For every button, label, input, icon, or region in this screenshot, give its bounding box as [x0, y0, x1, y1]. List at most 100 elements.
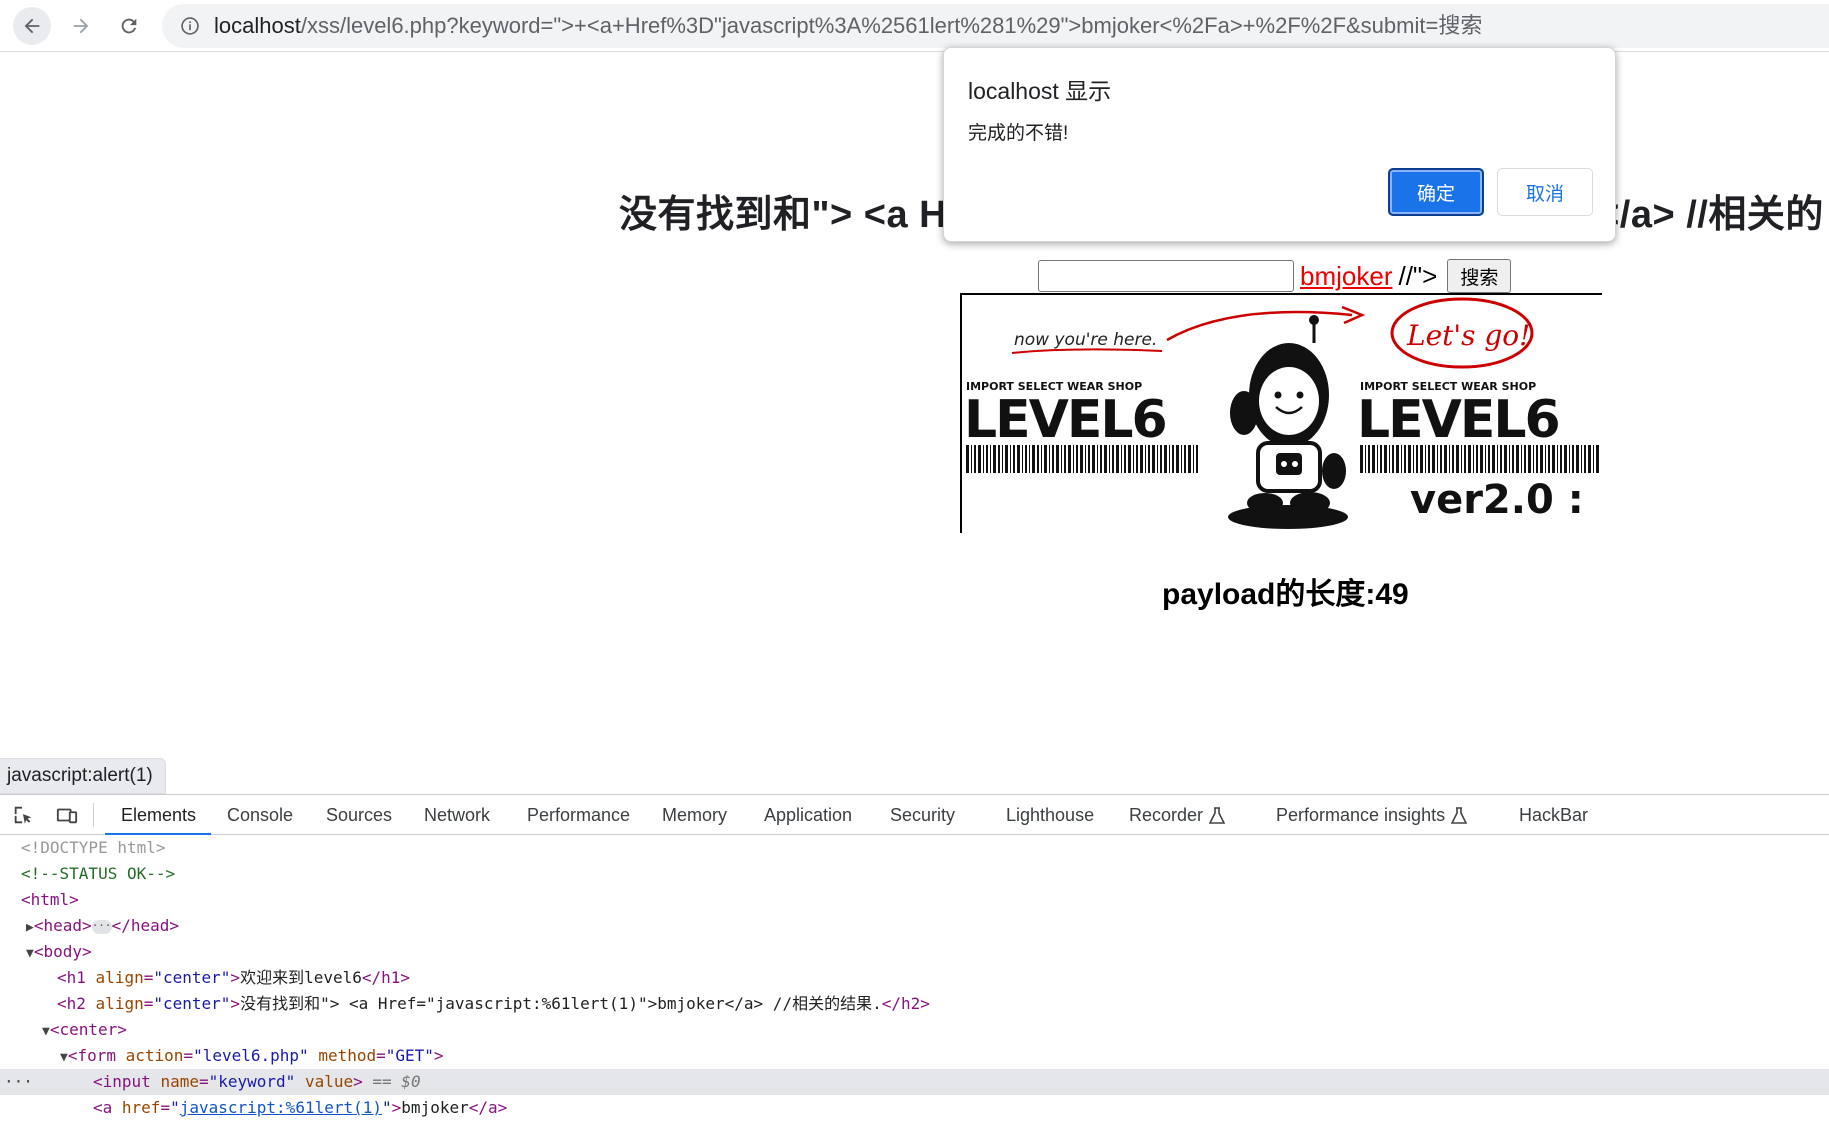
- tab-recorder[interactable]: Recorder: [1129, 795, 1226, 835]
- form-open: <form: [67, 1046, 116, 1065]
- tab-application[interactable]: Application: [764, 795, 852, 835]
- dom-tree: <!DOCTYPE html> <!--STATUS OK--> <html> …: [0, 835, 1829, 1126]
- banner-version: ver2.0 :: [1410, 477, 1584, 523]
- flask-icon: [1209, 807, 1226, 825]
- back-button[interactable]: [13, 7, 51, 45]
- form-attr-action: action: [125, 1046, 184, 1065]
- tab-recorder-label: Recorder: [1129, 805, 1204, 825]
- result-heading-end: </a> //相关的: [1597, 194, 1824, 236]
- doctype-text: <!DOCTYPE html>: [21, 838, 166, 857]
- injected-tail-text: //">: [1398, 260, 1438, 291]
- devtools-panel: Elements Console Sources Network Perform…: [0, 794, 1829, 1126]
- input-attr-value: value: [304, 1072, 354, 1091]
- tab-memory[interactable]: Memory: [662, 795, 727, 835]
- search-submit-button[interactable]: 搜索: [1447, 259, 1512, 293]
- dialog-cancel-button[interactable]: 取消: [1497, 168, 1593, 216]
- a-close: </a>: [468, 1098, 508, 1117]
- reload-button[interactable]: [110, 7, 148, 45]
- tab-performance-insights-label: Performance insights: [1276, 805, 1446, 825]
- keyword-input[interactable]: [1038, 260, 1294, 292]
- center-tag: <center>: [49, 1020, 127, 1039]
- a-attr-href: href: [121, 1098, 161, 1117]
- tab-security[interactable]: Security: [890, 795, 955, 835]
- dom-node-form[interactable]: ▼<form action="level6.php" method="GET">: [0, 1043, 1829, 1069]
- collapse-triangle-icon[interactable]: ▼: [42, 1024, 50, 1039]
- address-bar[interactable]: localhost/xss/level6.php?keyword=">+<a+H…: [162, 4, 1829, 48]
- arrow-left-icon: [24, 18, 40, 34]
- collapse-triangle-icon[interactable]: ▼: [60, 1050, 68, 1065]
- inspect-element-icon[interactable]: [12, 804, 34, 826]
- tab-performance-insights[interactable]: Performance insights: [1276, 795, 1468, 835]
- info-icon[interactable]: [180, 16, 200, 36]
- tab-console[interactable]: Console: [227, 795, 293, 835]
- flask-icon: [1451, 807, 1468, 825]
- arrow-right-icon: [73, 18, 89, 34]
- tabbar-divider: [93, 803, 94, 827]
- html-tag: <html>: [21, 890, 79, 909]
- input-open: <input: [93, 1072, 151, 1091]
- collapsed-ellipsis[interactable]: ···: [91, 919, 112, 934]
- result-heading-start: 没有找到和"> <a H: [619, 194, 948, 236]
- dom-node-h2[interactable]: <h2 align="center">没有找到和"> <a Href="java…: [0, 991, 1829, 1017]
- input-val-name: "keyword": [208, 1072, 296, 1091]
- level6-banner-image: now you're here. IMPORT SELECT WEAR SHOP…: [960, 293, 1602, 533]
- collapse-triangle-icon[interactable]: ▼: [26, 946, 34, 961]
- head-close-tag: </head>: [111, 916, 180, 935]
- h2-val: "center": [153, 994, 231, 1013]
- input-attr-name: name: [160, 1072, 199, 1091]
- more-actions-icon[interactable]: ···: [4, 1069, 33, 1095]
- a-open: <a: [93, 1098, 113, 1117]
- form-attr-method: method: [318, 1046, 377, 1065]
- dom-node-input-selected[interactable]: ··· <input name="keyword" value> == $0: [0, 1069, 1829, 1095]
- url-text: localhost/xss/level6.php?keyword=">+<a+H…: [214, 14, 1482, 38]
- banner-level-right: LEVEL6: [1357, 390, 1559, 450]
- dom-node-a[interactable]: <a href="javascript:%61lert(1)">bmjoker<…: [0, 1095, 1829, 1121]
- status-bubble: javascript:alert(1): [0, 758, 166, 794]
- h1-open: <h1: [57, 968, 86, 987]
- reload-icon: [121, 18, 137, 34]
- a-text: bmjoker: [401, 1098, 469, 1117]
- level6-banner-art: now you're here. IMPORT SELECT WEAR SHOP…: [964, 297, 1599, 529]
- tab-elements[interactable]: Elements: [105, 795, 211, 835]
- h1-text: 欢迎来到level6: [240, 968, 362, 987]
- tab-network[interactable]: Network: [424, 795, 490, 835]
- head-open-tag: <head>: [33, 916, 92, 935]
- a-href-link[interactable]: javascript:%61lert(1): [180, 1098, 382, 1117]
- url-path: /xss/level6.php?keyword=">+<a+Href%3D"ja…: [300, 13, 1483, 38]
- search-form: bmjoker //"> 搜索: [1038, 259, 1512, 293]
- tab-hackbar[interactable]: HackBar: [1519, 795, 1588, 835]
- expand-triangle-icon[interactable]: ▶: [26, 920, 34, 935]
- tab-sources[interactable]: Sources: [326, 795, 392, 835]
- dom-node-h1[interactable]: <h1 align="center">欢迎来到level6</h1>: [0, 965, 1829, 991]
- payload-length-text: payload的长度:49: [1162, 578, 1409, 611]
- dom-node-doctype[interactable]: <!DOCTYPE html>: [0, 835, 1829, 861]
- robot-illustration: [1228, 315, 1348, 529]
- h1-val: "center": [153, 968, 231, 987]
- form-val-method: "GET": [385, 1046, 434, 1065]
- comment-text: <!--STATUS OK-->: [21, 864, 176, 883]
- dom-node-center[interactable]: ▼<center>: [0, 1017, 1829, 1043]
- dom-node-body[interactable]: ▼<body>: [0, 939, 1829, 965]
- dialog-ok-button[interactable]: 确定: [1388, 168, 1484, 216]
- alert-dialog: localhost 显示 完成的不错! 确定 取消: [943, 47, 1616, 242]
- tab-performance[interactable]: Performance: [527, 795, 630, 835]
- injected-link[interactable]: bmjoker: [1300, 261, 1392, 292]
- forward-button[interactable]: [62, 7, 100, 45]
- selected-node-marker: == $0: [372, 1072, 421, 1091]
- h2-text: 没有找到和"> <a Href="javascript:%61lert(1)">…: [240, 994, 882, 1013]
- dialog-message: 完成的不错!: [968, 123, 1069, 144]
- dom-node-head[interactable]: ▶<head>···</head>: [0, 913, 1829, 939]
- form-val-action: "level6.php": [193, 1046, 309, 1065]
- device-toolbar-icon[interactable]: [56, 804, 78, 826]
- h2-attr: align: [95, 994, 144, 1013]
- dom-node-html[interactable]: <html>: [0, 887, 1829, 913]
- devtools-tabbar: Elements Console Sources Network Perform…: [0, 795, 1829, 835]
- banner-level-left: LEVEL6: [964, 390, 1166, 450]
- dom-node-comment[interactable]: <!--STATUS OK-->: [0, 861, 1829, 887]
- browser-toolbar: localhost/xss/level6.php?keyword=">+<a+H…: [0, 0, 1829, 52]
- h1-attr: align: [95, 968, 144, 987]
- banner-note: now you're here.: [1014, 330, 1157, 350]
- h2-close: </h2>: [881, 994, 930, 1013]
- url-host: localhost: [214, 13, 301, 38]
- tab-lighthouse[interactable]: Lighthouse: [1006, 795, 1094, 835]
